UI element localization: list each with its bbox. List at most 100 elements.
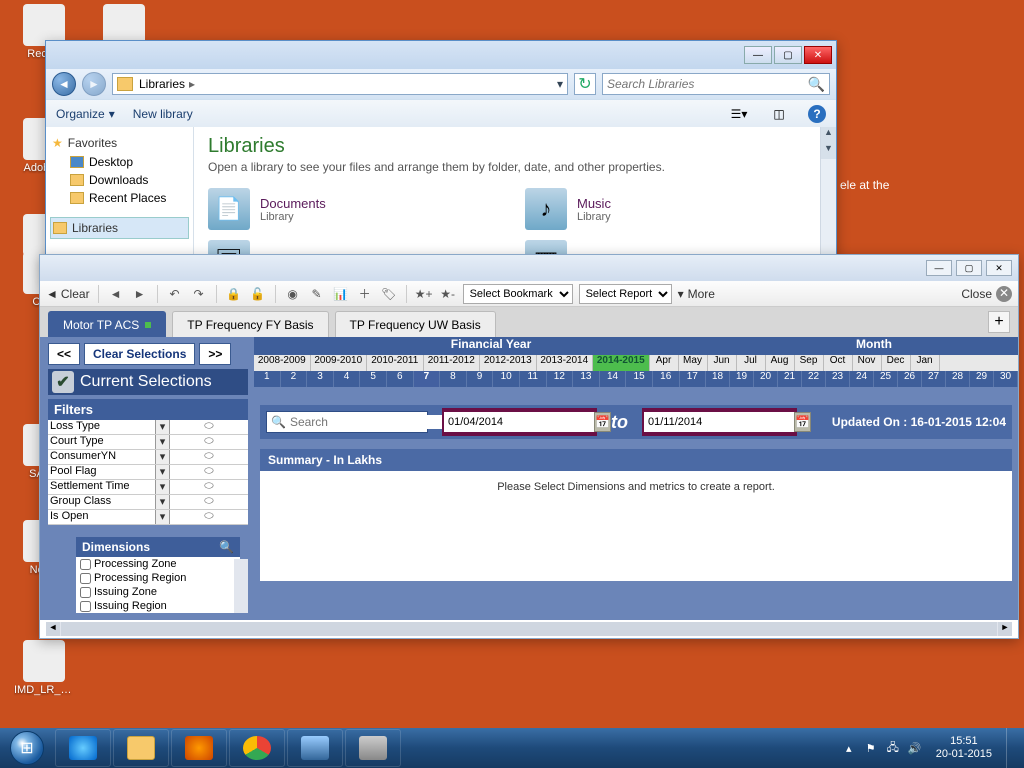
flag-icon[interactable]: ⚑ [864,741,878,755]
day-cell[interactable]: 21 [778,371,802,387]
clear-selections-button[interactable]: Clear Selections [84,343,195,365]
add-button[interactable]: ＋ [356,285,374,303]
new-library-button[interactable]: New library [133,107,193,121]
taskbar-app1[interactable] [287,729,343,767]
day-cell[interactable]: 18 [706,371,730,387]
dimension-item[interactable]: Processing Region [76,571,240,585]
help-icon[interactable]: ? [808,105,826,123]
month-cell[interactable]: Aug [766,355,795,371]
nav-downloads[interactable]: Downloads [50,171,189,189]
edit-button[interactable]: ✎ [308,285,326,303]
qv-maximize-button[interactable]: ▢ [956,260,982,276]
nav-desktop[interactable]: Desktop [50,153,189,171]
filter-row[interactable]: Court Type▾⬭ [48,435,248,450]
forward-button[interactable]: ► [82,72,106,96]
month-cell[interactable]: May [679,355,708,371]
horizontal-scrollbar[interactable]: ◄► [46,622,1012,636]
address-bar[interactable]: Libraries ▸ ▾ [112,73,568,95]
day-cell[interactable]: 17 [680,371,707,387]
dimension-item[interactable]: Issuing Region [76,599,240,613]
bookmark-remove-icon[interactable]: ★- [439,285,457,303]
select-report-dropdown[interactable]: Select Report [579,284,672,304]
qv-minimize-button[interactable]: — [926,260,952,276]
filter-row[interactable]: ConsumerYN▾⬭ [48,450,248,465]
day-cell[interactable]: 7 [414,371,441,387]
day-cell[interactable]: 26 [898,371,922,387]
fy-cell[interactable]: 2012-2013 [480,355,537,371]
tray-up-icon[interactable]: ▴ [842,741,856,755]
chevron-down-icon[interactable]: ▾ [156,420,170,434]
network-icon[interactable]: 🖧 [886,741,900,755]
close-button[interactable]: ✕ [804,46,832,64]
close-link[interactable]: Close✕ [961,286,1012,302]
day-cell[interactable]: 14 [600,371,627,387]
lock-button[interactable]: 🔒 [225,285,243,303]
month-cell[interactable]: Dec [882,355,911,371]
fy-cell[interactable]: 2011-2012 [424,355,481,371]
day-cell[interactable]: 29 [970,371,994,387]
fy-cell[interactable]: 2010-2011 [367,355,424,371]
preview-pane-button[interactable]: ◫ [768,104,790,124]
organize-menu[interactable]: Organize ▾ [56,107,115,121]
day-cell[interactable]: 12 [547,371,574,387]
chart-button[interactable]: 📊 [332,285,350,303]
redo-button[interactable]: ↷ [190,285,208,303]
date-to-box[interactable]: 📅 [642,408,797,436]
search-input[interactable] [607,77,808,91]
day-cell[interactable]: 9 [467,371,494,387]
search-box[interactable]: 🔍 ▾ [266,411,428,433]
day-cell[interactable]: 25 [874,371,898,387]
date-from-box[interactable]: 📅 [442,408,597,436]
dimension-item[interactable]: Issuing Zone [76,585,240,599]
taskbar-chrome[interactable] [229,729,285,767]
day-cell[interactable]: 3 [307,371,334,387]
day-cell[interactable]: 5 [360,371,387,387]
start-button[interactable] [0,728,54,768]
refresh-button[interactable]: ↻ [574,73,596,95]
day-cell[interactable]: 16 [653,371,680,387]
dimension-checkbox[interactable] [80,601,91,612]
day-cell[interactable]: 11 [520,371,547,387]
desktop-icon[interactable]: IMD_LR_De... [14,640,74,696]
day-cell[interactable]: 15 [626,371,653,387]
clear-button[interactable]: ◄Clear [46,287,90,301]
dimensions-scrollbar[interactable] [234,559,248,613]
chevron-down-icon[interactable]: ▾ [156,510,170,524]
month-cell[interactable]: Jan [911,355,940,371]
fy-cell[interactable]: 2009-2010 [311,355,368,371]
current-selections-bar[interactable]: ✔ Current Selections [48,369,248,395]
day-cell[interactable]: 27 [922,371,946,387]
chevron-down-icon[interactable]: ▾ [156,435,170,449]
filter-row[interactable]: Group Class▾⬭ [48,495,248,510]
search-icon[interactable]: 🔍 [219,540,234,554]
chevron-down-icon[interactable]: ▾ [156,450,170,464]
minimize-button[interactable]: — [744,46,772,64]
day-cell[interactable]: 28 [946,371,970,387]
taskbar-explorer[interactable] [113,729,169,767]
filter-row[interactable]: Pool Flag▾⬭ [48,465,248,480]
volume-icon[interactable]: 🔊 [908,741,922,755]
search-input[interactable] [290,415,445,429]
month-cell[interactable]: Nov [853,355,882,371]
taskbar-app2[interactable] [345,729,401,767]
favorites-section[interactable]: ★Favorites [50,133,189,153]
library-documents[interactable]: 📄 DocumentsLibrary [208,188,505,230]
filter-row[interactable]: Loss Type▾⬭ [48,420,248,435]
fy-cell[interactable]: 2013-2014 [537,355,594,371]
maximize-button[interactable]: ▢ [774,46,802,64]
fy-cell[interactable]: 2014-2015 [593,355,650,371]
nav-forward-button[interactable]: ► [131,285,149,303]
explorer-search[interactable]: 🔍 [602,73,830,95]
tab-motor-tp-acs[interactable]: Motor TP ACS [48,311,166,337]
more-menu[interactable]: ▾More [678,287,715,301]
filter-row[interactable]: Settlement Time▾⬭ [48,480,248,495]
day-cell[interactable]: 2 [281,371,308,387]
libraries-section[interactable]: Libraries [50,217,189,239]
taskbar-wmp[interactable] [171,729,227,767]
clock[interactable]: 15:51 20-01-2015 [930,735,998,761]
calendar-icon[interactable]: 📅 [594,412,611,432]
back-button[interactable]: ◄ [52,72,76,96]
day-cell[interactable]: 13 [573,371,600,387]
nav-recent[interactable]: Recent Places [50,189,189,207]
nav-fwd-small[interactable]: >> [199,343,231,365]
